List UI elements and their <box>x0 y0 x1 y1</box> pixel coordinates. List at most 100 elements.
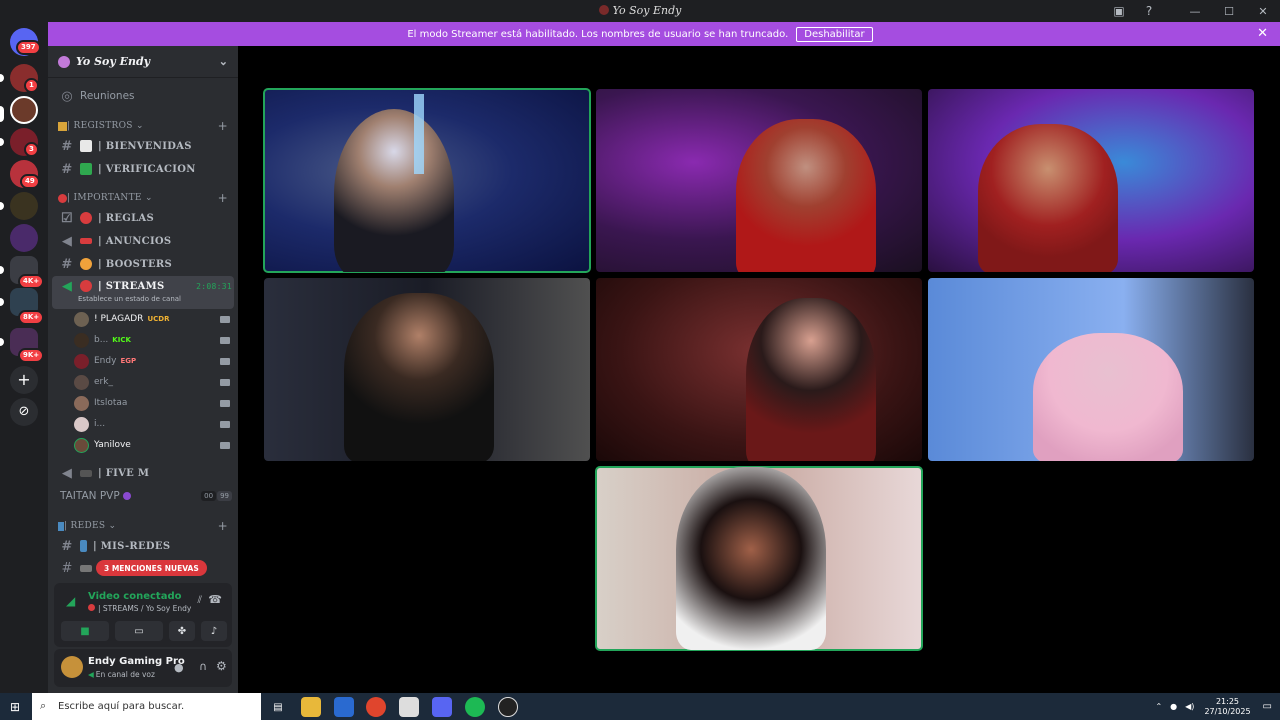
chevron-up-icon[interactable]: ⌃ <box>1155 702 1162 711</box>
server-name: Yo Soy Endy <box>76 55 151 68</box>
channel-five-m[interactable]: ◀ | FIVE M <box>54 463 232 483</box>
system-tray: ⌃ ● ◀) 21:25 27/10/2025 ▭ <box>1155 693 1280 720</box>
channel-mis-redes[interactable]: # | MIS-REDES <box>54 536 232 556</box>
voice-location[interactable]: | STREAMS / Yo Soy Endy <box>88 604 191 613</box>
microphone-icon[interactable]: ● <box>1170 702 1177 711</box>
chevron-down-icon[interactable]: ⌄ <box>219 55 228 68</box>
close-banner-icon[interactable]: ✕ <box>1257 26 1268 41</box>
video-tile-1[interactable] <box>263 88 591 273</box>
add-channel-icon[interactable]: + <box>218 519 228 533</box>
spotify-icon[interactable] <box>465 697 485 717</box>
category-registros[interactable]: | REGISTROS ⌄ + <box>58 118 228 134</box>
video-tile-2[interactable] <box>596 89 922 272</box>
avatar <box>74 437 89 453</box>
hash-icon: # <box>61 161 73 177</box>
windows-start-icon[interactable]: ⊞ <box>10 700 20 714</box>
add-channel-icon[interactable]: + <box>218 119 228 133</box>
flag-emoji-icon <box>80 238 92 244</box>
taskbar-search[interactable]: ⌕ Escribe aquí para buscar. <box>32 693 261 720</box>
channel-boosters[interactable]: # | BOOSTERS <box>54 254 232 274</box>
screen-share-button[interactable]: ▭ <box>115 621 163 641</box>
streams-timer: 2:08:31 <box>196 281 232 291</box>
task-view-icon[interactable]: ▤ <box>268 697 288 717</box>
camera-icon <box>220 336 230 344</box>
voice-user-6[interactable]: i... <box>74 414 230 434</box>
file-explorer-icon[interactable] <box>301 697 321 717</box>
pencil-emoji-icon <box>58 121 67 131</box>
channel-status[interactable]: Establece un estado de canal <box>78 295 181 303</box>
participant-video <box>344 293 494 461</box>
channel-taitan-pvp[interactable]: TAITAN PVP 00 99 <box>54 486 232 506</box>
channel-verificacion[interactable]: # | VERIFICACION <box>54 159 232 179</box>
server-badge-4: 4K+ <box>18 274 45 289</box>
voice-user-4[interactable]: erk_ <box>74 372 230 392</box>
participant-video <box>978 124 1118 272</box>
camera-button[interactable]: ■ <box>61 621 109 641</box>
voice-user-2[interactable]: b... KICK <box>74 330 230 350</box>
microphone-icon[interactable]: ● <box>174 661 184 674</box>
voice-user-5[interactable]: Itslotaa <box>74 393 230 413</box>
volume-icon[interactable]: ◀) <box>1185 702 1194 711</box>
avatar[interactable] <box>61 656 83 678</box>
disable-streamer-button[interactable]: Deshabilitar <box>796 26 873 42</box>
rules-icon: ☑ <box>61 210 73 226</box>
category-importante[interactable]: | IMPORTANTE ⌄ + <box>58 190 228 206</box>
channel-bienvenidas[interactable]: # | BIENVENIDAS <box>54 136 232 156</box>
video-tile-4[interactable] <box>264 278 590 461</box>
channel-reglas[interactable]: ☑ | REGLAS <box>54 208 232 228</box>
new-mentions-pill[interactable]: 3 MENCIONES NUEVAS <box>96 560 207 576</box>
server-icon-6[interactable] <box>10 224 38 252</box>
server-logo-icon <box>58 55 70 68</box>
clock[interactable]: 21:25 27/10/2025 <box>1204 697 1250 717</box>
video-tile-7[interactable] <box>595 466 923 651</box>
participant-video <box>746 298 876 461</box>
help-icon[interactable]: ? <box>1134 0 1164 22</box>
store-icon[interactable] <box>334 697 354 717</box>
video-grid <box>238 46 1280 693</box>
hash-icon: # <box>61 256 73 272</box>
video-tile-5[interactable] <box>596 278 922 461</box>
headphones-icon[interactable]: ∩ <box>199 660 207 673</box>
settings-gear-icon[interactable]: ⚙ <box>216 659 227 673</box>
chrome-icon[interactable] <box>366 697 386 717</box>
server-badge-6: 9K+ <box>18 348 45 363</box>
server-header[interactable]: Yo Soy Endy ⌄ <box>48 46 238 78</box>
channel-streams[interactable]: ◀ | STREAMS 2:08:31 <box>54 276 232 296</box>
voice-user-3[interactable]: Endy EGP <box>74 351 230 371</box>
server-icon-5[interactable] <box>10 192 38 220</box>
username[interactable]: Endy Gaming Pro <box>88 656 185 667</box>
voice-user-1[interactable]: ! PLAGADR UCDR <box>74 309 230 329</box>
disconnect-icon[interactable]: ☎ <box>208 593 222 606</box>
no-entry-emoji-icon <box>88 604 95 611</box>
activities-button[interactable]: ✤ <box>169 621 195 641</box>
notifications-icon[interactable]: ▭ <box>1263 701 1272 712</box>
soundboard-button[interactable]: ♪ <box>201 621 227 641</box>
explore-icon[interactable]: ⊘ <box>10 398 38 426</box>
add-server-icon[interactable]: + <box>10 366 38 394</box>
banner-text: El modo Streamer está habilitado. Los no… <box>407 28 789 40</box>
voice-user-7[interactable]: Yanilove <box>74 435 230 455</box>
video-tile-6[interactable] <box>928 278 1254 461</box>
add-channel-icon[interactable]: + <box>218 191 228 205</box>
noise-suppression-icon[interactable]: ⫽ <box>198 595 202 606</box>
voice-channel-icon: ◀ <box>61 278 73 294</box>
obs-icon[interactable] <box>498 697 518 717</box>
minimize-button[interactable]: — <box>1178 0 1212 22</box>
channel-reuniones[interactable]: ◎ Reuniones <box>54 86 232 106</box>
close-window-button[interactable]: ✕ <box>1246 0 1280 22</box>
phone-emoji-icon <box>80 540 87 552</box>
roblox-icon[interactable] <box>399 697 419 717</box>
server-rail: 397 1 3 49 4K+ 8K+ 9K+ + ⊘ <box>0 22 48 693</box>
meetings-icon: ◎ <box>61 88 73 104</box>
prohibited-emoji-icon <box>80 212 92 224</box>
channel-anuncios[interactable]: ◀ | ANUNCIOS <box>54 231 232 251</box>
maximize-button[interactable]: ☐ <box>1212 0 1246 22</box>
category-redes[interactable]: | REDES ⌄ + <box>58 518 228 534</box>
no-entry-emoji-icon <box>80 280 92 292</box>
search-icon: ⌕ <box>40 699 47 712</box>
hash-icon: # <box>61 138 73 154</box>
server-icon-yosoyendy[interactable] <box>10 96 38 124</box>
discord-taskbar-icon[interactable] <box>432 697 452 717</box>
inbox-icon[interactable]: ▣ <box>1104 0 1134 22</box>
video-tile-3[interactable] <box>928 89 1254 272</box>
